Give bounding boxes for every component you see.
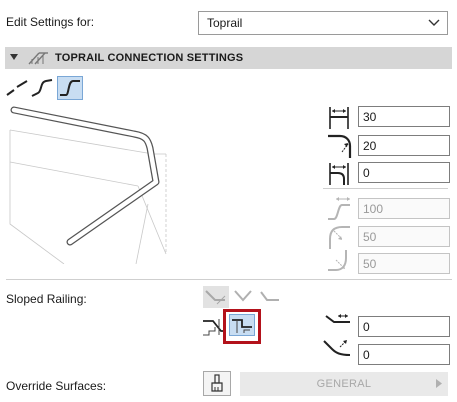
slope-mode-2-icon (234, 290, 252, 302)
slope-radius-field[interactable]: 0 (358, 344, 450, 365)
section-title: TOPRAIL CONNECTION SETTINGS (55, 52, 244, 64)
s-radius-1-icon (329, 226, 350, 249)
field-divider (323, 188, 448, 189)
slope-radius-icon (323, 340, 351, 356)
chevron-right-icon (436, 379, 442, 388)
collapse-triangle-icon (10, 54, 18, 60)
end-offset-icon (329, 163, 349, 185)
sloped-railing-label: Sloped Railing: (6, 292, 87, 306)
chevron-down-icon (428, 19, 440, 26)
railing-preview (9, 106, 167, 264)
edit-settings-selected: Toprail (207, 16, 243, 30)
slope-mode-1-button[interactable] (203, 286, 229, 308)
straight-connection-icon (6, 80, 28, 96)
horizontal-offset-field[interactable]: 30 (358, 106, 450, 127)
radius-field[interactable]: 20 (358, 135, 450, 156)
paint-brush-icon (211, 374, 223, 392)
slope-mode-3-icon (260, 291, 279, 301)
edit-settings-dropdown[interactable]: Toprail (198, 11, 448, 35)
slope-mode-2-button[interactable] (231, 286, 257, 308)
straight-connection-button[interactable] (5, 76, 31, 100)
radius-icon (328, 134, 352, 158)
curved-connection-button[interactable] (30, 76, 56, 100)
surface-dropdown-value: GENERAL (316, 378, 372, 390)
curved-connection-icon (31, 79, 53, 97)
override-surfaces-label: Override Surfaces: (6, 379, 107, 393)
override-surfaces-toggle[interactable] (203, 371, 231, 396)
slope-mode-1-icon (205, 290, 226, 305)
slope-mode-3-button[interactable] (257, 286, 283, 308)
slope-angle-field[interactable]: 0 (358, 316, 450, 337)
section-header[interactable]: TOPRAIL CONNECTION SETTINGS (5, 47, 452, 69)
horizontal-offset-icon (329, 107, 349, 129)
end-offset-field[interactable]: 0 (358, 162, 450, 183)
s-radius-1-field[interactable]: 50 (358, 226, 450, 247)
slope-angle-icon (325, 314, 350, 323)
s-length-field[interactable]: 100 (358, 198, 450, 219)
s-connection-button[interactable] (57, 76, 83, 100)
s-radius-2-field[interactable]: 50 (358, 253, 450, 274)
highlight-box (223, 309, 261, 344)
s-length-icon (328, 197, 350, 220)
railing-section-icon (28, 52, 48, 65)
section-divider (6, 279, 452, 280)
s-connection-icon (60, 80, 80, 96)
edit-settings-label: Edit Settings for: (6, 15, 95, 29)
surface-dropdown[interactable]: GENERAL (240, 372, 448, 396)
s-radius-2-icon (328, 250, 347, 271)
